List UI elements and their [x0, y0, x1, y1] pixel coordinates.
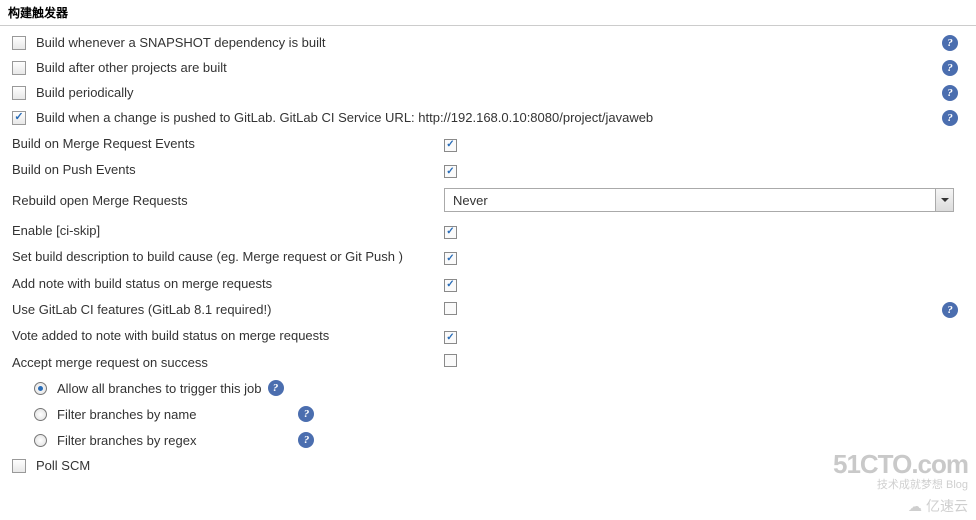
help-icon[interactable]: [942, 35, 958, 51]
help-icon[interactable]: [268, 380, 284, 396]
option-row: Vote added to note with build status on …: [8, 323, 968, 350]
option-row: Use GitLab CI features (GitLab 8.1 requi…: [8, 297, 968, 323]
branch-filter-regex-radio[interactable]: [34, 434, 47, 447]
poll-scm-label: Poll SCM: [36, 458, 968, 473]
add-note-label: Add note with build status on merge requ…: [8, 276, 438, 291]
option-row: Add note with build status on merge requ…: [8, 270, 968, 297]
radio-row: Allow all branches to trigger this job: [8, 375, 968, 401]
help-icon[interactable]: [942, 85, 958, 101]
ci-skip-label: Enable [ci-skip]: [8, 223, 438, 238]
accept-mr-checkbox[interactable]: [444, 354, 457, 367]
option-row: Rebuild open Merge Requests Never: [8, 183, 968, 217]
help-icon[interactable]: [942, 302, 958, 318]
rebuild-open-mr-value: Never: [445, 193, 935, 208]
ci-skip-checkbox[interactable]: [444, 226, 457, 239]
merge-request-events-checkbox[interactable]: [444, 139, 457, 152]
after-projects-label: Build after other projects are built: [36, 60, 968, 75]
trigger-row: Build periodically: [8, 80, 968, 105]
option-row: Set build description to build cause (eg…: [8, 244, 968, 271]
push-events-label: Build on Push Events: [8, 162, 438, 177]
rebuild-open-mr-label: Rebuild open Merge Requests: [8, 193, 438, 208]
trigger-row: Build after other projects are built: [8, 55, 968, 80]
cloud-icon: ☁: [908, 498, 922, 515]
snapshot-checkbox[interactable]: [12, 36, 26, 50]
option-row: Enable [ci-skip]: [8, 217, 968, 244]
add-note-checkbox[interactable]: [444, 279, 457, 292]
option-row: Accept merge request on success: [8, 349, 968, 375]
periodically-checkbox[interactable]: [12, 86, 26, 100]
radio-row: Filter branches by regex: [8, 427, 968, 453]
gitlab-label: Build when a change is pushed to GitLab.…: [36, 110, 968, 125]
branch-filter-name-label: Filter branches by name: [57, 407, 196, 422]
help-icon[interactable]: [942, 110, 958, 126]
branch-filter-name-radio[interactable]: [34, 408, 47, 421]
build-desc-checkbox[interactable]: [444, 252, 457, 265]
help-icon[interactable]: [942, 60, 958, 76]
branch-filter-regex-label: Filter branches by regex: [57, 433, 196, 448]
snapshot-label: Build whenever a SNAPSHOT dependency is …: [36, 35, 968, 50]
gitlab-ci-features-checkbox[interactable]: [444, 302, 457, 315]
push-events-checkbox[interactable]: [444, 165, 457, 178]
poll-scm-checkbox[interactable]: [12, 459, 26, 473]
help-icon[interactable]: [298, 432, 314, 448]
help-icon[interactable]: [298, 406, 314, 422]
periodically-label: Build periodically: [36, 85, 968, 100]
build-desc-label: Set build description to build cause (eg…: [8, 249, 438, 264]
watermark-cloud-text: 亿速云: [926, 496, 968, 516]
watermark-cloud: ☁ 亿速云: [908, 496, 968, 516]
section-title: 构建触发器: [0, 0, 976, 26]
vote-note-checkbox[interactable]: [444, 331, 457, 344]
gitlab-ci-features-label: Use GitLab CI features (GitLab 8.1 requi…: [8, 302, 438, 317]
rebuild-open-mr-select[interactable]: Never: [444, 188, 954, 212]
trigger-row: Poll SCM: [8, 453, 968, 478]
trigger-row: Build when a change is pushed to GitLab.…: [8, 105, 968, 130]
accept-mr-label: Accept merge request on success: [8, 355, 438, 370]
chevron-down-icon: [935, 189, 953, 211]
option-row: Build on Push Events: [8, 157, 968, 184]
radio-row: Filter branches by name: [8, 401, 968, 427]
gitlab-checkbox[interactable]: [12, 111, 26, 125]
branch-filter-all-radio[interactable]: [34, 382, 47, 395]
merge-request-events-label: Build on Merge Request Events: [8, 136, 438, 151]
option-row: Build on Merge Request Events: [8, 130, 968, 157]
after-projects-checkbox[interactable]: [12, 61, 26, 75]
vote-note-label: Vote added to note with build status on …: [8, 328, 438, 343]
trigger-row: Build whenever a SNAPSHOT dependency is …: [8, 30, 968, 55]
branch-filter-all-label: Allow all branches to trigger this job: [57, 381, 262, 396]
